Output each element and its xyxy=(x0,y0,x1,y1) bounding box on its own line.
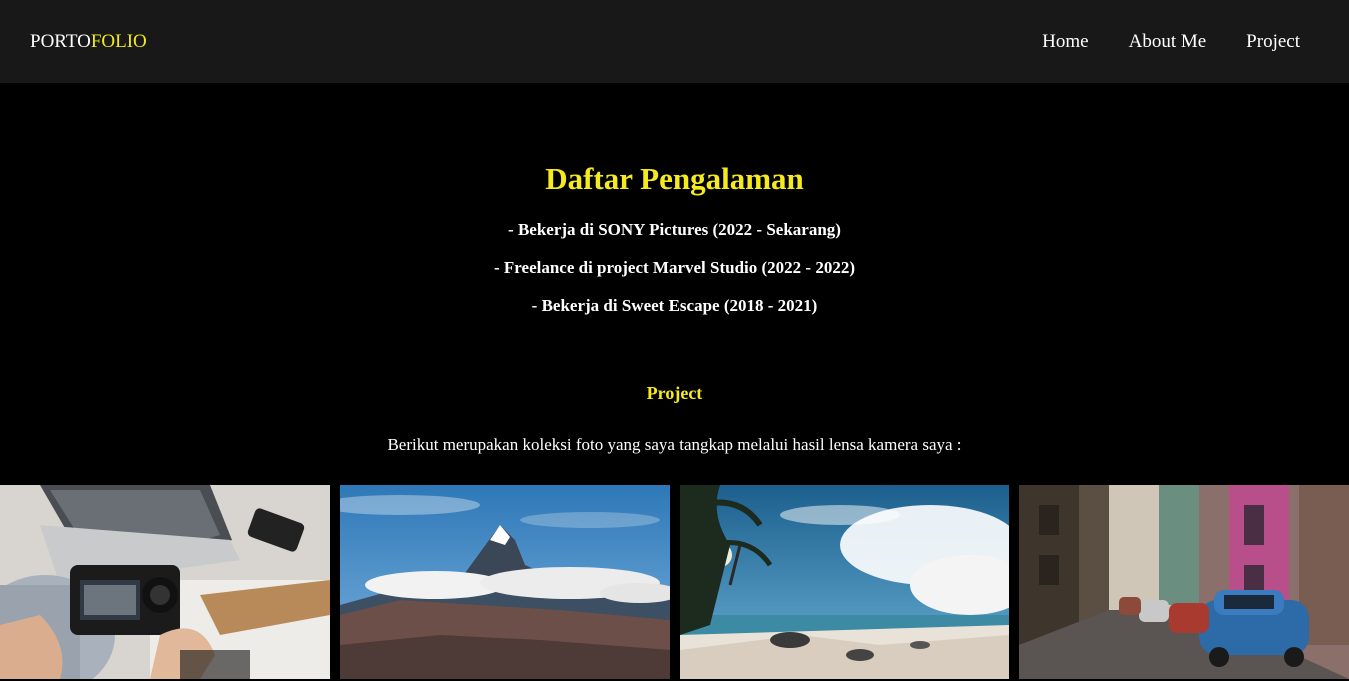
photo-camera[interactable] xyxy=(0,485,330,679)
navbar: PORTOFOLIO Home About Me Project xyxy=(0,0,1349,83)
photo-gallery xyxy=(0,485,1349,681)
project-description: Berikut merupakan koleksi foto yang saya… xyxy=(387,435,962,454)
photo-mountain[interactable] xyxy=(340,485,670,679)
photo-beach[interactable] xyxy=(680,485,1009,679)
experience-item: - Bekerja di Sweet Escape (2018 - 2021) xyxy=(531,296,818,315)
project-title: Project xyxy=(646,383,703,403)
brand-text-part1: PORTO xyxy=(30,31,91,52)
nav-link-about-me[interactable]: About Me xyxy=(1129,30,1207,54)
experience-item: - Freelance di project Marvel Studio (20… xyxy=(493,258,856,277)
experience-item: - Bekerja di SONY Pictures (2022 - Sekar… xyxy=(508,220,841,239)
nav-link-home[interactable]: Home xyxy=(1042,30,1088,54)
brand-logo[interactable]: PORTOFOLIO xyxy=(30,30,147,54)
photo-street[interactable] xyxy=(1019,485,1349,679)
experience-title: Daftar Pengalaman xyxy=(545,161,804,196)
brand-text-part2: FOLIO xyxy=(90,31,147,52)
nav-links: Home About Me Project xyxy=(1042,30,1300,54)
nav-link-project[interactable]: Project xyxy=(1246,30,1300,54)
